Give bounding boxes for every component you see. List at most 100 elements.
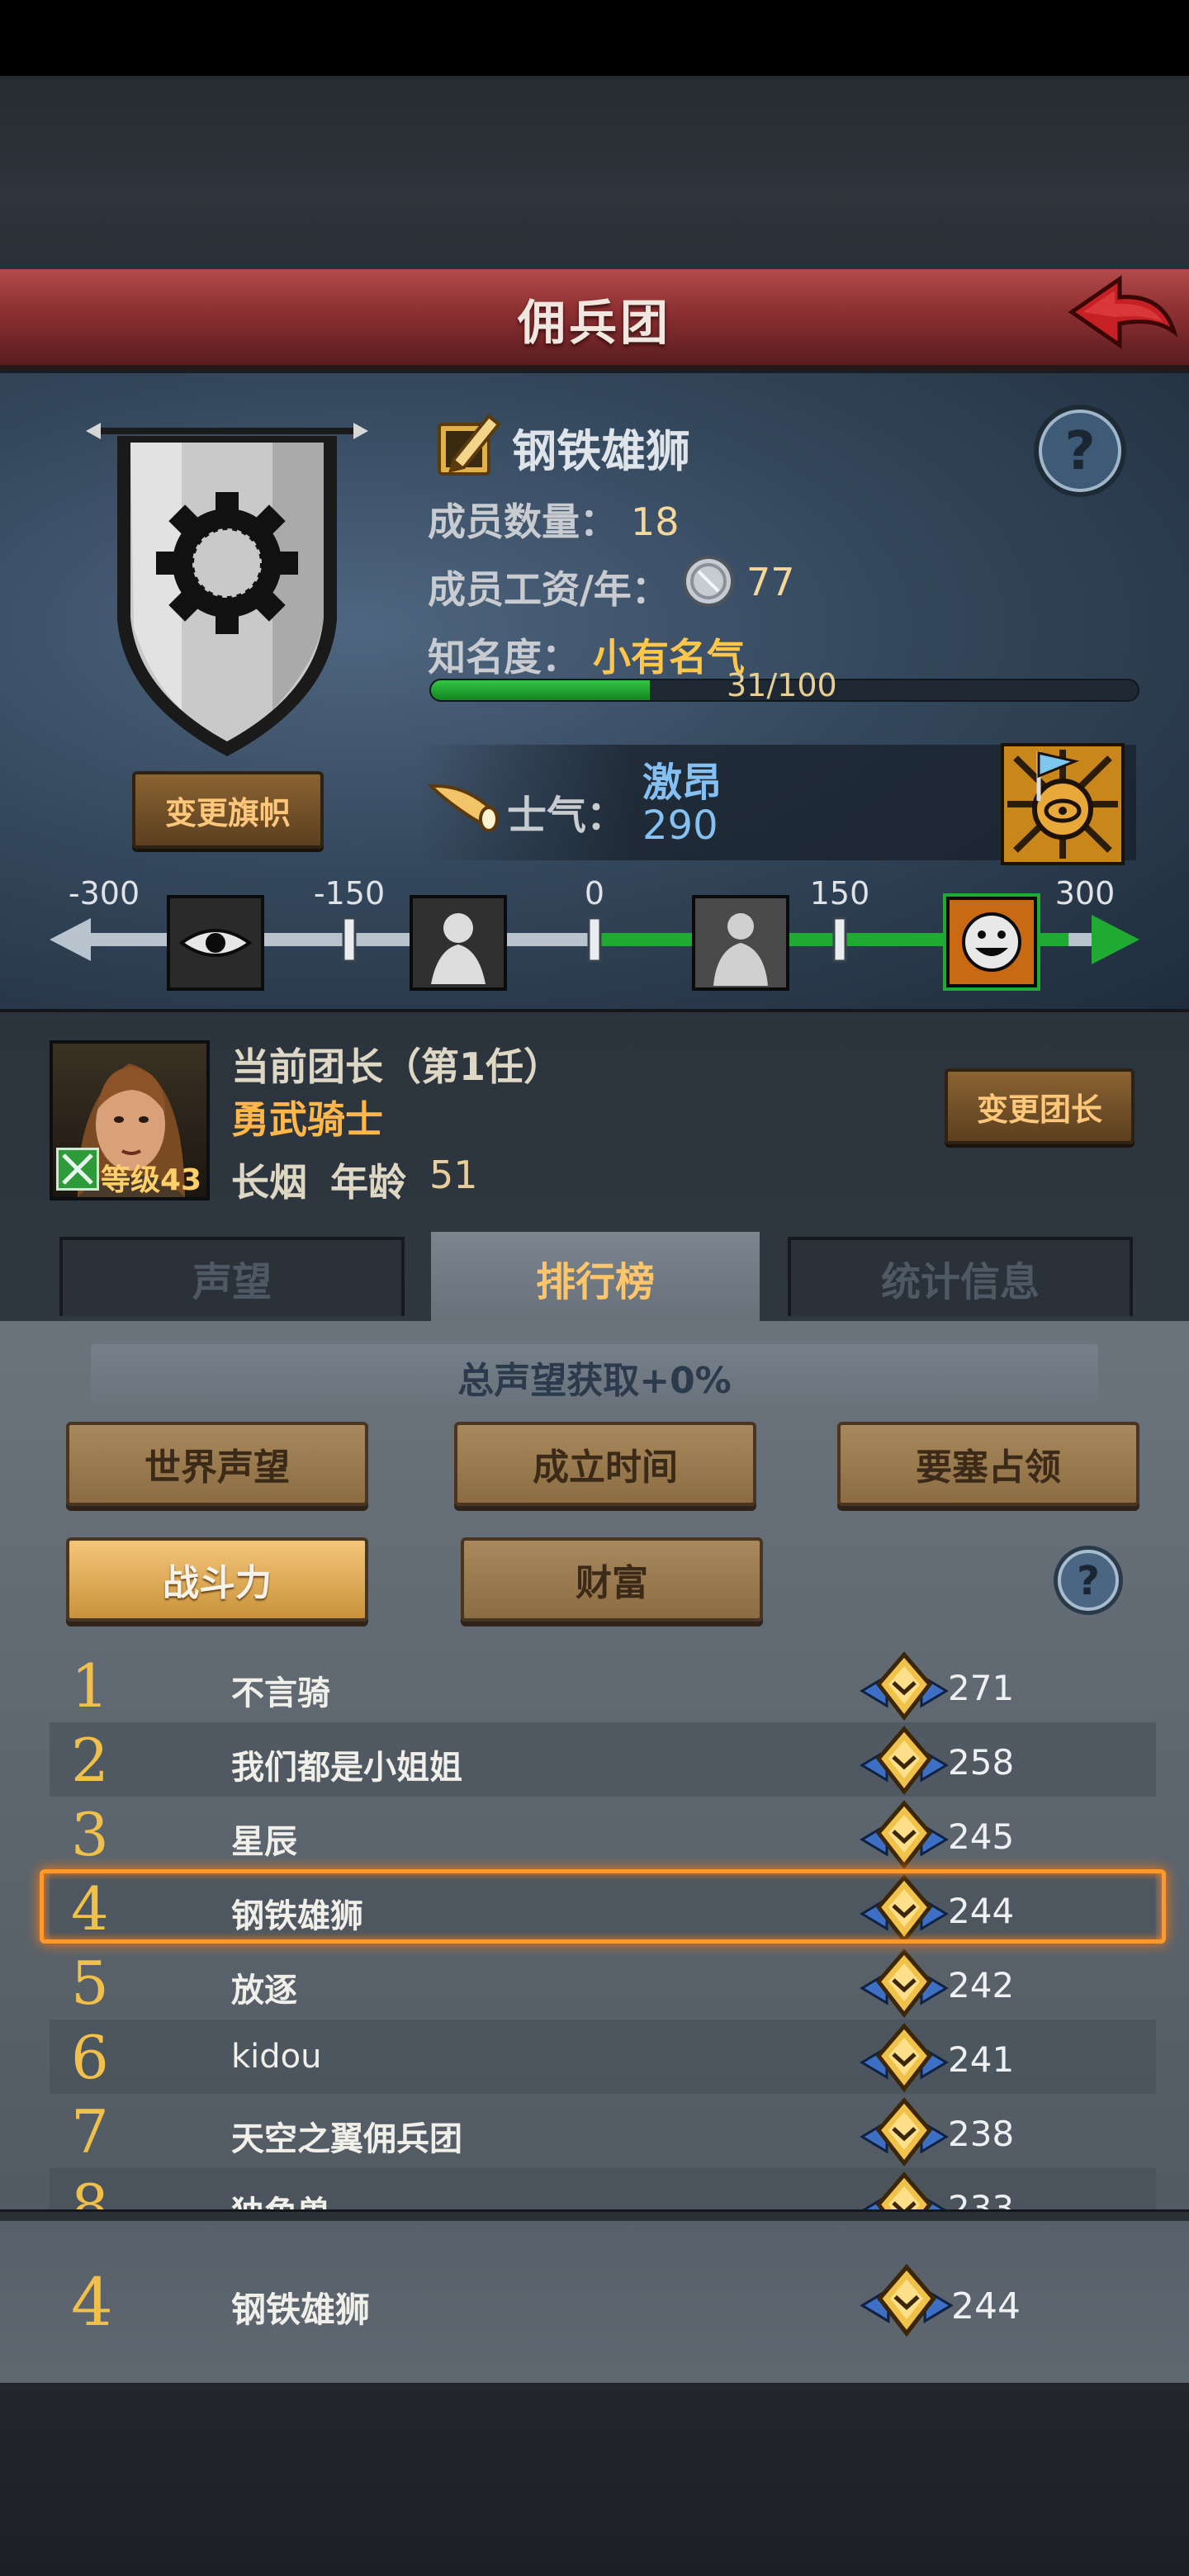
scale-tick-label: -150 [313,875,386,912]
back-button[interactable] [1065,272,1181,358]
silver-coin-icon [683,556,734,607]
tab-leaderboard[interactable]: 排行榜 [428,1229,763,1324]
combat-power-value: 238 [948,2114,1015,2154]
back-arrow-icon [1068,275,1178,349]
morale-value: 290 [642,803,718,849]
combat-power-badge-icon [860,1726,949,1795]
despair-figure-icon [410,895,507,991]
mercenary-group-name: kidou [231,2038,322,2076]
rename-pencil-icon[interactable] [436,408,502,477]
combat-power-badge-icon [860,1651,949,1721]
gear-icon [156,492,298,634]
tab-reputation-label: 声望 [192,1259,272,1305]
calm-figure-icon [692,895,789,991]
leader-trait: 长烟 [231,1160,307,1205]
table-row[interactable]: 8 独角兽 233 [50,2168,1156,2209]
table-row[interactable]: 6 kidou 241 [50,2020,1156,2094]
leader-level: 等级43 [101,1163,202,1197]
help-icon[interactable]: ? [1030,401,1130,500]
leaderboard-help-icon[interactable]: ? [1050,1542,1126,1618]
combat-power-badge-icon [860,2023,949,2092]
leader-class: 勇武骑士 [231,1097,383,1142]
title-bar: 佣兵团 [0,269,1189,370]
status-bar [0,0,1189,76]
member-count-value: 18 [631,500,680,544]
mercenary-name: 钢铁雄狮 [512,425,690,477]
combat-power-value: 271 [948,1668,1015,1708]
rank-number: 1 [71,1651,109,1721]
scale-tick-mark [587,916,602,963]
scale-tick-label: 150 [809,875,870,912]
filter-label: 成立时间 [533,1447,678,1489]
rally-flag-icon[interactable] [1001,743,1125,865]
class-badge-icon [56,1148,99,1191]
mercenary-group-name: 放逐 [231,1972,297,2010]
fame-label: 知名度： [428,635,580,680]
scale-tick-label: 0 [584,875,605,912]
tab-reputation[interactable]: 声望 [59,1237,405,1316]
mercenary-group-name: 独角兽 [231,2186,330,2209]
change-banner-label: 变更旗帜 [164,794,291,831]
own-rank-highlight [40,1869,1166,1944]
mercenary-group-name: 不言骑 [231,1674,330,1712]
filter-combat-power-button[interactable]: 战斗力 [66,1537,368,1622]
change-leader-button[interactable]: 变更团长 [945,1068,1135,1144]
fame-progress-fill [431,680,651,700]
stone-background-top [0,76,1189,271]
filter-label: 财富 [576,1562,648,1604]
filter-founded-time-button[interactable]: 成立时间 [454,1422,756,1506]
fame-state: 小有名气 [593,635,746,680]
combat-power-value: 242 [948,1965,1015,2005]
table-row[interactable]: 7 天空之翼佣兵团 238 [50,2094,1156,2168]
morale-label: 士气： [507,793,627,839]
rank-number: 7 [71,2097,109,2166]
table-row[interactable]: 2 我们都是小姐姐 258 [50,1722,1156,1797]
filter-fortress-button[interactable]: 要塞占领 [837,1422,1139,1506]
scale-tick-mark [832,916,847,963]
horn-icon [428,784,499,832]
fame-progress-text: 31/100 [727,667,837,703]
change-banner-button[interactable]: 变更旗帜 [132,771,324,849]
tab-statistics[interactable]: 统计信息 [788,1237,1133,1316]
filter-label: 世界声望 [144,1447,290,1489]
filter-label: 要塞占领 [916,1447,1061,1489]
combat-power-badge-icon [860,2097,949,2166]
combat-power-badge-icon [862,2171,946,2209]
table-row[interactable]: 1 不言骑 271 [50,1648,1156,1722]
dread-eye-icon [167,895,264,991]
change-leader-label: 变更团长 [976,1091,1102,1128]
rank-number: 3 [71,1800,109,1869]
leader-title: 当前团长（第1任） [231,1044,562,1089]
reputation-bonus-text: 总声望获取+0% [457,1360,732,1402]
svg-text:?: ? [1077,1558,1100,1604]
tab-statistics-label: 统计信息 [880,1259,1040,1305]
list-divider [0,2209,1189,2221]
table-row[interactable]: 5 放逐 242 [50,1945,1156,2020]
rank-number: 6 [71,2023,109,2092]
leader-age: 51 [429,1153,478,1197]
combat-power-value: 241 [948,2039,1015,2080]
page-title: 佣兵团 [517,295,671,351]
morale-state: 激昂 [642,760,722,806]
filter-wealth-button[interactable]: 财富 [461,1537,763,1622]
own-rank-name: 钢铁雄狮 [231,2290,371,2330]
scale-tick-label: -300 [68,875,140,912]
happy-face-icon [943,893,1040,991]
combat-power-badge-icon [860,1949,949,2018]
stone-background-bottom [0,2383,1189,2576]
rank-number: 8 [71,2171,109,2209]
table-row[interactable]: 3 星辰 245 [50,1797,1156,1871]
scale-tick-mark [342,916,357,963]
filter-label: 战斗力 [163,1562,272,1604]
combat-power-badge-icon [860,1800,949,1869]
tab-leaderboard-label: 排行榜 [535,1259,655,1305]
combat-power-value: 233 [948,2188,1015,2209]
own-rank-value: 244 [951,2285,1021,2327]
fame-row: 知名度： 小有名气 [428,627,745,682]
combat-power-value: 245 [948,1816,1015,1857]
member-count-row: 成员数量： 18 [428,492,680,547]
filter-world-reputation-button[interactable]: 世界声望 [66,1422,368,1506]
own-rank-number: 4 [71,2264,113,2341]
mercenary-group-name: 我们都是小姐姐 [231,1749,462,1787]
leader-age-label: 年龄 [330,1160,406,1205]
